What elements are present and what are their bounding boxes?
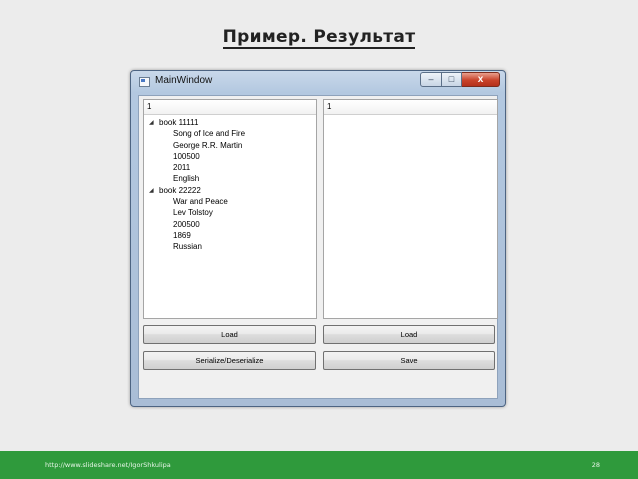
window-controls: – □ x	[420, 72, 500, 87]
tree-leaf-number[interactable]: 200500	[144, 219, 316, 230]
slide-title: Пример. Результат	[0, 27, 638, 49]
page-number: 28	[591, 461, 600, 469]
window-titlebar[interactable]: MainWindow – □ x	[131, 71, 505, 95]
tree-leaf-title[interactable]: Song of Ice and Fire	[144, 128, 316, 139]
tree-leaf-number[interactable]: 100500	[144, 151, 316, 162]
tree-node-book-2[interactable]: ◢ book 22222	[144, 185, 316, 196]
maximize-icon: □	[448, 74, 455, 84]
tree-leaf-language[interactable]: Russian	[144, 241, 316, 252]
minimize-icon: –	[428, 74, 434, 84]
tree-leaf-year[interactable]: 2011	[144, 162, 316, 173]
footer-link[interactable]: http://www.slideshare.net/IgorShkulipa	[45, 461, 171, 469]
right-tree-view[interactable]: 1	[323, 99, 498, 319]
tree-node-book-1[interactable]: ◢ book 11111	[144, 117, 316, 128]
expand-arrow-icon[interactable]: ◢	[149, 187, 159, 194]
left-pane-header: 1	[144, 100, 316, 115]
save-button[interactable]: Save	[323, 351, 495, 370]
tree-leaf-author[interactable]: George R.R. Martin	[144, 140, 316, 151]
book-tree: ◢ book 11111 Song of Ice and Fire George…	[144, 115, 316, 253]
close-icon: x	[477, 73, 484, 85]
window-client-area: 1 ◢ book 11111 Song of Ice and Fire Geor…	[138, 95, 498, 399]
left-tree-view[interactable]: 1 ◢ book 11111 Song of Ice and Fire Geor…	[143, 99, 317, 319]
minimize-button[interactable]: –	[420, 72, 442, 87]
tree-leaf-year[interactable]: 1869	[144, 230, 316, 241]
tree-node-label: book 11111	[159, 118, 199, 128]
left-load-button[interactable]: Load	[143, 325, 316, 344]
tree-leaf-author[interactable]: Lev Tolstoy	[144, 207, 316, 218]
expand-arrow-icon[interactable]: ◢	[149, 119, 159, 126]
right-load-button[interactable]: Load	[323, 325, 495, 344]
main-window: MainWindow – □ x 1 ◢ book 11111 Song of …	[130, 70, 506, 407]
window-title: MainWindow	[155, 75, 213, 86]
tree-leaf-language[interactable]: English	[144, 173, 316, 184]
maximize-button[interactable]: □	[442, 72, 462, 87]
right-pane-header: 1	[324, 100, 497, 115]
tree-node-label: book 22222	[159, 185, 201, 195]
app-icon	[139, 77, 150, 87]
slide-title-text: Пример. Результат	[222, 27, 416, 49]
slide-footer-bar: http://www.slideshare.net/IgorShkulipa 2…	[0, 451, 638, 479]
serialize-deserialize-button[interactable]: Serialize/Deserialize	[143, 351, 316, 370]
close-button[interactable]: x	[462, 72, 500, 87]
tree-leaf-title[interactable]: War and Peace	[144, 196, 316, 207]
